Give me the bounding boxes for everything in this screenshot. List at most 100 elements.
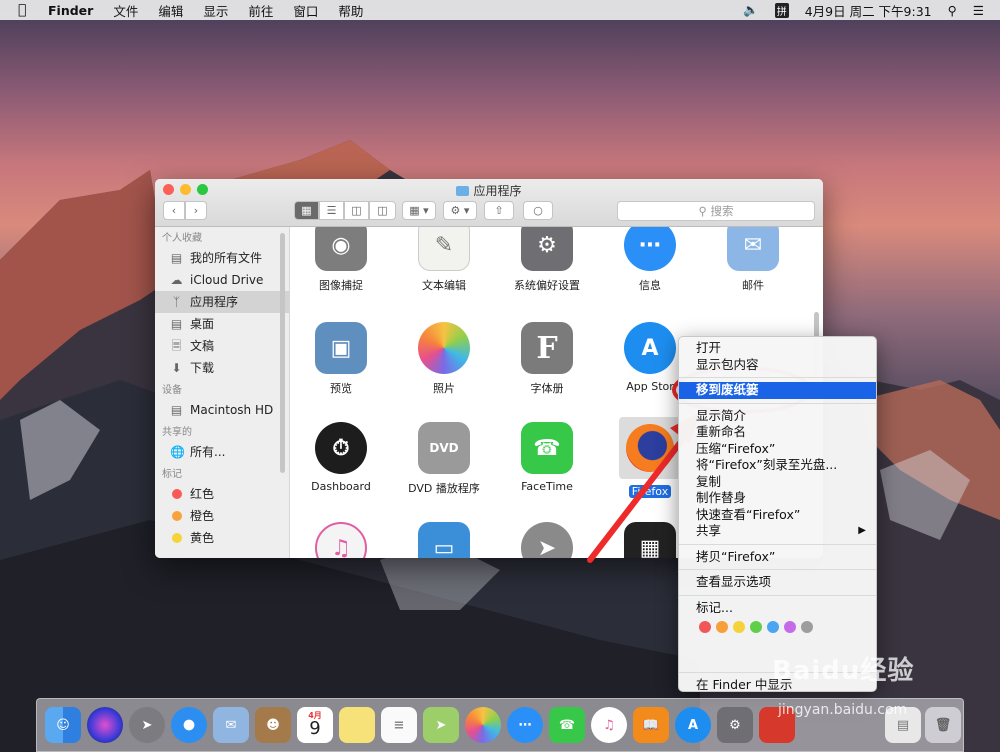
search-input[interactable]: ⚲ 搜索 bbox=[617, 201, 815, 221]
menu-item-show-view-options[interactable]: 查看显示选项 bbox=[679, 574, 876, 591]
menu-separator bbox=[679, 543, 876, 545]
app-preview[interactable]: ▣ 预览 bbox=[291, 322, 391, 396]
itunes-dock-icon[interactable]: ♫ bbox=[591, 707, 627, 743]
menu-item-burn-to-disc[interactable]: 将“Firefox”刻录至光盘... bbox=[679, 457, 876, 474]
menu-view[interactable]: 显示 bbox=[203, 1, 228, 20]
yellow-tag-dot[interactable] bbox=[733, 621, 745, 633]
sidebar-item-all-files[interactable]: ▤ 我的所有文件 bbox=[155, 247, 289, 269]
app-label: DVD 播放程序 bbox=[408, 482, 480, 495]
menu-edit[interactable]: 编辑 bbox=[158, 1, 183, 20]
menu-finder[interactable]: Finder bbox=[48, 3, 93, 18]
share-button[interactable]: ⇧ bbox=[484, 201, 514, 220]
menu-item-copy[interactable]: 拷贝“Firefox” bbox=[679, 549, 876, 566]
app-launchpad[interactable]: ➤ bbox=[497, 522, 597, 558]
ibooks-dock-icon[interactable]: 📖 bbox=[633, 707, 669, 743]
green-tag-dot[interactable] bbox=[750, 621, 762, 633]
contacts-dock-icon[interactable]: ☻ bbox=[255, 707, 291, 743]
app-dashboard[interactable]: ⏱ Dashboard bbox=[291, 422, 391, 493]
sidebar-item-icloud[interactable]: ☁ iCloud Drive bbox=[155, 269, 289, 291]
system-preferences-dock-icon[interactable]: ⚙ bbox=[717, 707, 753, 743]
column-view-button[interactable]: ◫ bbox=[344, 201, 369, 220]
orange-tag-dot[interactable] bbox=[716, 621, 728, 633]
orange-tag-icon bbox=[172, 511, 182, 521]
maps-dock-icon[interactable]: ➤ bbox=[423, 707, 459, 743]
dashboard-gauge-icon: ⏱ bbox=[315, 422, 367, 474]
gray-tag-dot[interactable] bbox=[801, 621, 813, 633]
spotlight-icon[interactable]: ⚲ bbox=[948, 3, 957, 18]
sidebar-item-documents[interactable]: 🗏 文稿 bbox=[155, 335, 289, 357]
app-font-book[interactable]: F 字体册 bbox=[497, 322, 597, 396]
menu-item-compress[interactable]: 压缩“Firefox” bbox=[679, 441, 876, 458]
menu-item-duplicate[interactable]: 复制 bbox=[679, 474, 876, 491]
app-label: 文本编辑 bbox=[422, 279, 466, 292]
purple-tag-dot[interactable] bbox=[784, 621, 796, 633]
app-photos[interactable]: 照片 bbox=[394, 322, 494, 396]
menu-file[interactable]: 文件 bbox=[113, 1, 138, 20]
notification-center-icon[interactable]: ☰ bbox=[973, 3, 984, 18]
blue-tag-dot[interactable] bbox=[767, 621, 779, 633]
volume-icon[interactable]: 🔈 bbox=[743, 2, 759, 18]
group-button[interactable]: ▦ ▾ bbox=[402, 201, 436, 220]
list-view-button[interactable]: ☰ bbox=[319, 201, 344, 220]
document-icon: 🗏 bbox=[171, 339, 182, 353]
menu-item-show-package-contents[interactable]: 显示包内容 bbox=[679, 357, 876, 374]
finder-dock-icon[interactable]: ☺ bbox=[45, 707, 81, 743]
trash-icon[interactable]: 🗑 bbox=[925, 707, 961, 743]
sidebar-item-label: 我的所有文件 bbox=[190, 251, 263, 265]
menu-go[interactable]: 前往 bbox=[248, 1, 273, 20]
red-tag-dot[interactable] bbox=[699, 621, 711, 633]
icon-view-button[interactable]: ▦ bbox=[294, 201, 319, 220]
sidebar-item-shared-all[interactable]: 🌐 所有... bbox=[155, 441, 289, 463]
devices-header: 设备 bbox=[162, 385, 182, 396]
sidebar-item-tag-orange[interactable]: 橙色 bbox=[155, 505, 289, 527]
app-keynote[interactable]: ▭ bbox=[394, 522, 494, 558]
messages-dock-icon[interactable]: ⋯ bbox=[507, 707, 543, 743]
apple-icon[interactable]:  bbox=[18, 2, 34, 18]
menu-item-move-to-trash[interactable]: 移到废纸篓 bbox=[679, 382, 876, 399]
shared-header: 共享的 bbox=[162, 427, 192, 438]
mail-dock-icon[interactable]: ✉ bbox=[213, 707, 249, 743]
app-system-preferences[interactable]: ⚙ 系统偏好设置 bbox=[497, 227, 597, 293]
menu-item-tags[interactable]: 标记... bbox=[679, 600, 876, 617]
app-label: 图像捕捉 bbox=[319, 279, 363, 292]
app-image-capture[interactable]: ◉ 图像捕捉 bbox=[291, 227, 391, 293]
reminders-dock-icon[interactable]: ≡ bbox=[381, 707, 417, 743]
menu-help[interactable]: 帮助 bbox=[338, 1, 363, 20]
sidebar-item-macintosh-hd[interactable]: ▤ Macintosh HD bbox=[155, 399, 289, 421]
app-store-dock-icon[interactable]: A bbox=[675, 707, 711, 743]
rocket-icon: ➤ bbox=[521, 522, 573, 558]
photos-dock-icon[interactable] bbox=[465, 707, 501, 743]
back-button[interactable]: ‹ bbox=[163, 201, 185, 220]
notes-dock-icon[interactable] bbox=[339, 707, 375, 743]
siri-dock-icon[interactable] bbox=[87, 707, 123, 743]
menu-item-open[interactable]: 打开 bbox=[679, 340, 876, 357]
menu-item-rename[interactable]: 重新命名 bbox=[679, 424, 876, 441]
safari-compass-icon[interactable] bbox=[171, 707, 207, 743]
calendar-dock-icon[interactable]: 4月 9 bbox=[297, 707, 333, 743]
app-messages[interactable]: ⋯ 信息 bbox=[600, 227, 700, 293]
clock[interactable]: 4月9日 周二 下午9:31 bbox=[805, 1, 932, 20]
menu-item-get-info[interactable]: 显示简介 bbox=[679, 408, 876, 425]
tag-button[interactable]: ○ bbox=[523, 201, 553, 220]
sidebar-item-desktop[interactable]: ▤ 桌面 bbox=[155, 313, 289, 335]
menu-item-quick-look[interactable]: 快速查看“Firefox” bbox=[679, 507, 876, 524]
app-textedit[interactable]: ✎ 文本编辑 bbox=[394, 227, 494, 293]
forward-button[interactable]: › bbox=[185, 201, 207, 220]
sidebar-scrollbar[interactable] bbox=[280, 233, 285, 473]
app-itunes[interactable]: ♫ bbox=[291, 522, 391, 558]
gallery-view-button[interactable]: ◫ bbox=[369, 201, 396, 220]
input-method-icon[interactable]: 拼 bbox=[774, 2, 789, 18]
action-gear-button[interactable]: ⚙ ▾ bbox=[443, 201, 477, 220]
sidebar-item-tag-yellow[interactable]: 黄色 bbox=[155, 527, 289, 549]
app-facetime[interactable]: ☎ FaceTime bbox=[497, 422, 597, 493]
menu-window[interactable]: 窗口 bbox=[293, 1, 318, 20]
sidebar-item-applications[interactable]: ᛉ 应用程序 bbox=[155, 291, 289, 313]
launchpad-rocket-icon[interactable]: ➤ bbox=[129, 707, 165, 743]
facetime-dock-icon[interactable]: ☎ bbox=[549, 707, 585, 743]
menu-item-share[interactable]: 共享 ▶ bbox=[679, 523, 876, 540]
menu-item-make-alias[interactable]: 制作替身 bbox=[679, 490, 876, 507]
sidebar-item-downloads[interactable]: ⬇ 下载 bbox=[155, 357, 289, 379]
app-dvd-player[interactable]: DVD DVD 播放程序 bbox=[394, 422, 494, 496]
sidebar-item-tag-red[interactable]: 红色 bbox=[155, 483, 289, 505]
app-mail[interactable]: ✉ 邮件 bbox=[703, 227, 803, 293]
